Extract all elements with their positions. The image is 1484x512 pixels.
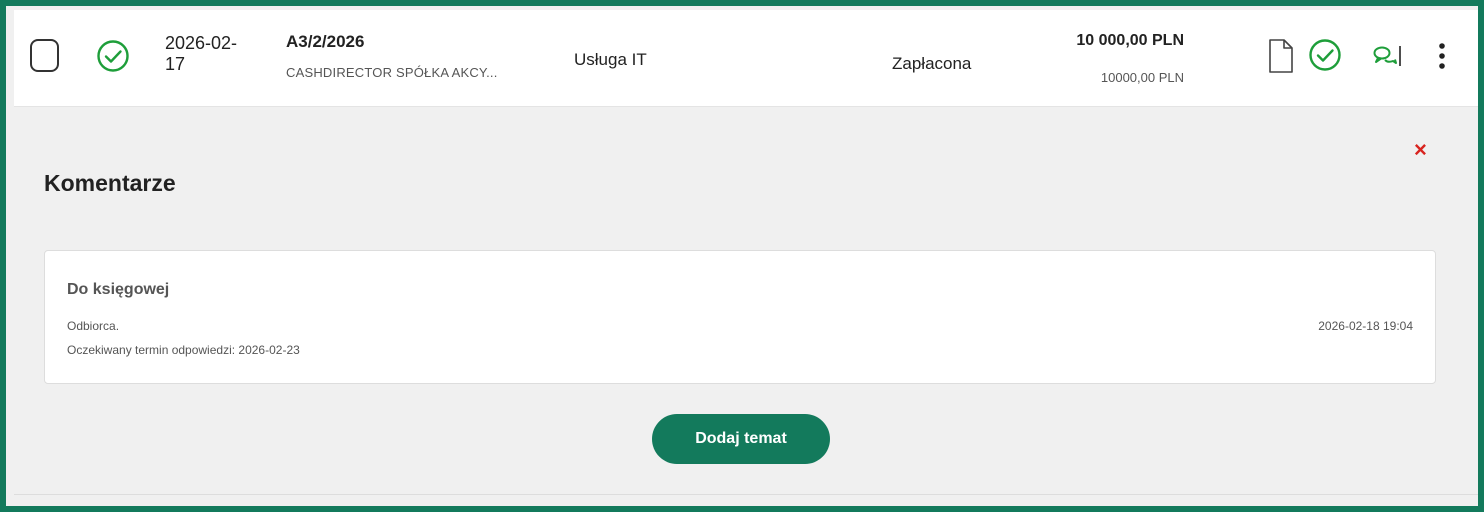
comment-due-date: Oczekiwany termin odpowiedzi: 2026-02-23: [67, 343, 300, 357]
contractor-name: CASHDIRECTOR SPÓŁKA AKCY...: [286, 65, 498, 80]
invoice-panel: 2026-02-17 A3/2/2026 CASHDIRECTOR SPÓŁKA…: [0, 0, 1484, 512]
comments-title: Komentarze: [44, 170, 176, 196]
invoice-row: 2026-02-17 A3/2/2026 CASHDIRECTOR SPÓŁKA…: [14, 10, 1478, 107]
approved-check-icon[interactable]: [1308, 38, 1342, 72]
comment-topic-card[interactable]: Do księgowej Odbiorca. Oczekiwany termin…: [44, 250, 1436, 384]
invoice-date: 2026-02-17: [165, 33, 238, 74]
comment-recipient: Odbiorca.: [67, 319, 120, 333]
invoice-category: Usługa IT: [574, 50, 647, 69]
divider: [14, 494, 1478, 495]
comment-topic-title: Do księgowej: [67, 281, 170, 298]
more-vertical-icon[interactable]: [1432, 38, 1452, 74]
invoice-number[interactable]: A3/2/2026: [286, 32, 364, 52]
comments-icon[interactable]: [1372, 42, 1402, 70]
comment-timestamp: 2026-02-18 19:04: [1318, 319, 1413, 333]
invoice-amount: 10 000,00 PLN: [1076, 32, 1184, 49]
payment-status: Zapłacona: [892, 54, 972, 73]
invoice-amount-secondary: 10000,00 PLN: [1100, 70, 1184, 85]
document-icon[interactable]: [1268, 38, 1294, 74]
row-checkbox[interactable]: [30, 39, 59, 72]
close-comments-button[interactable]: ×: [1414, 138, 1427, 162]
check-circle-icon: [97, 40, 129, 72]
add-topic-button[interactable]: Dodaj temat: [652, 414, 830, 464]
